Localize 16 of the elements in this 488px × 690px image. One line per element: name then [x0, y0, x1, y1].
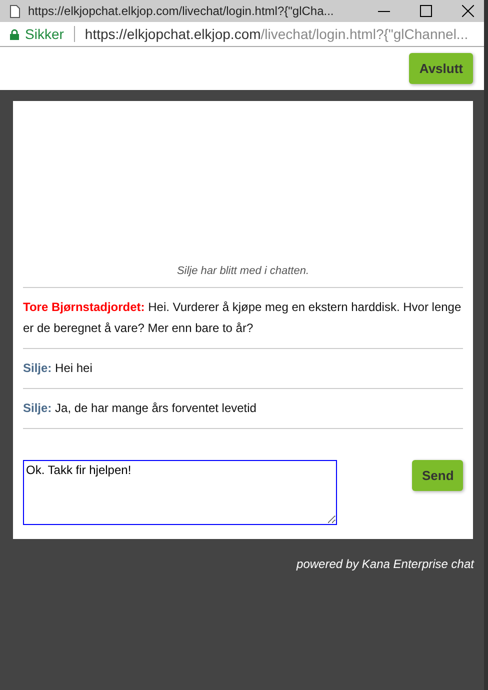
system-message: Silje har blitt med i chatten. [23, 101, 463, 288]
chat-message: Tore Bjørnstadjordet: Hei. Vurderer å kjøpe meg en ekstern harddisk. Hvor lenge er de beregnet å vare? Mer enn bare to år? [23, 299, 462, 337]
send-button[interactable]: Send [412, 460, 463, 491]
message-input[interactable]: Ok. Takk fir hjelpen! [23, 460, 337, 525]
close-icon[interactable] [462, 5, 474, 17]
powered-by-text: powered by Kana Enterprise chat [295, 557, 474, 571]
window-title: https://elkjopchat.elkjop.com/livechat/login.html?{"glCha... [28, 4, 335, 18]
lock-icon [10, 28, 19, 40]
security-label: Sikker [25, 26, 64, 42]
chat-message: Silje: Ja, de har mange års forventet levetid [23, 400, 258, 417]
url-text: https://elkjopchat.elkjop.com/livechat/login.html?{"glChannel... [84, 26, 468, 42]
chat-message: Silje: Hei hei [23, 360, 94, 377]
page-icon [10, 4, 20, 18]
address-bar[interactable]: Sikker https://elkjopchat.elkjop.com/livechat/login.html?{"glChannel... [0, 22, 484, 47]
maximize-icon[interactable] [420, 5, 432, 17]
end-chat-button[interactable]: Avslutt [409, 53, 473, 84]
